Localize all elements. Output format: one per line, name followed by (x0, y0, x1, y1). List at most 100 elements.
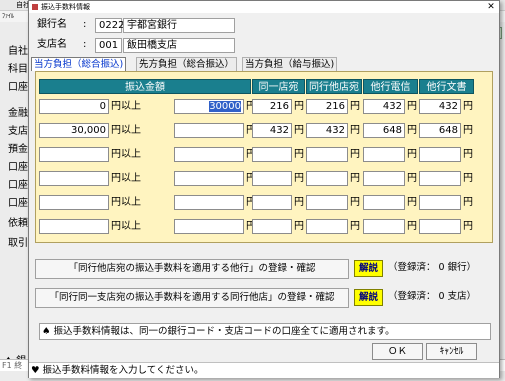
amount-from-field[interactable] (39, 147, 109, 162)
fee-field[interactable] (419, 219, 461, 234)
registered-branches-status: （登録済： 0 支店） (388, 291, 477, 302)
fee-field[interactable]: 216 (306, 99, 348, 114)
unit-yen-label: 円 (350, 149, 360, 160)
fee-field[interactable] (363, 219, 405, 234)
fee-field[interactable] (252, 147, 292, 162)
unit-yen-label: 円 (350, 221, 360, 232)
fee-field[interactable] (252, 171, 292, 186)
unit-yen-label: 円 (463, 221, 473, 232)
cancel-button[interactable]: ｷｬﾝｾﾙ (426, 343, 477, 360)
unit-yen-label: 円 (294, 197, 304, 208)
unit-over-label: 円以上 (111, 221, 141, 232)
fee-field[interactable] (306, 219, 348, 234)
amount-from-field[interactable]: 30,000 (39, 123, 109, 138)
info-message: ♠ 振込手数料情報は、同一の銀行コード・支店コードの口座全てに適用されます。 (39, 323, 491, 340)
fee-field[interactable]: 648 (419, 123, 461, 138)
bank-name-label: 銀行名 (37, 19, 67, 30)
amount-from-field[interactable] (39, 171, 109, 186)
fee-field[interactable]: 216 (252, 99, 292, 114)
background-label: 取引 (8, 238, 28, 249)
close-icon[interactable]: ✕ (485, 1, 497, 13)
bank-code-field[interactable]: 0222 (95, 18, 124, 33)
unit-over-label: 円以上 (111, 149, 141, 160)
background-label: 口座 (8, 180, 28, 191)
background-label: 自社 (8, 46, 28, 57)
tab-our-burden-general[interactable]: 当方負担（総合振込) (31, 57, 127, 71)
fee-field[interactable] (306, 171, 348, 186)
fee-field[interactable] (363, 147, 405, 162)
amount-to-field[interactable]: 30000 (174, 99, 244, 114)
amount-to-field[interactable] (174, 147, 244, 162)
unit-yen-label: 円 (407, 197, 417, 208)
background-label: 預金 (8, 144, 28, 155)
unit-yen-label: 円 (407, 125, 417, 136)
unit-yen-label: 円 (350, 101, 360, 112)
fee-field[interactable] (419, 171, 461, 186)
fee-field[interactable] (419, 147, 461, 162)
dialog-titlebar: 振込手数料情報 ✕ (29, 1, 499, 13)
fee-field[interactable] (419, 195, 461, 210)
fee-field[interactable]: 432 (306, 123, 348, 138)
unit-yen-label: 円 (407, 173, 417, 184)
amount-from-field[interactable] (39, 195, 109, 210)
fee-field[interactable] (306, 147, 348, 162)
fee-field[interactable] (363, 171, 405, 186)
fee-field[interactable] (252, 219, 292, 234)
register-other-bank-button[interactable]: 「同行他店宛の振込手数料を適用する他行」の登録・確認 (35, 259, 349, 279)
amount-from-field[interactable] (39, 219, 109, 234)
ok-button[interactable]: ＯＫ (372, 343, 423, 360)
bank-colon: : (83, 19, 87, 30)
amount-to-field[interactable] (174, 171, 244, 186)
unit-over-label: 円以上 (111, 101, 141, 112)
amount-to-field[interactable] (174, 195, 244, 210)
selected-amount-text: 30000 (209, 101, 241, 112)
fee-field[interactable] (252, 195, 292, 210)
fee-field[interactable]: 432 (419, 99, 461, 114)
background-label: 金融 (8, 108, 28, 119)
unit-yen-label: 円 (407, 149, 417, 160)
fee-field[interactable] (363, 195, 405, 210)
help-button-1[interactable]: 解説 (354, 260, 383, 277)
unit-over-label: 円以上 (111, 173, 141, 184)
fee-field[interactable]: 648 (363, 123, 405, 138)
header-other-bank-document: 他行文書 (419, 79, 474, 94)
unit-over-label: 円以上 (111, 125, 141, 136)
header-transfer-amount: 振込金額 (39, 79, 251, 94)
unit-yen-label: 円 (350, 173, 360, 184)
branch-name-field[interactable]: 飯田橋支店 (123, 38, 235, 53)
unit-yen-label: 円 (407, 221, 417, 232)
background-label: 支店 (8, 126, 28, 137)
fee-field[interactable] (306, 195, 348, 210)
unit-yen-label: 円 (463, 197, 473, 208)
background-label: 口座 (8, 82, 28, 93)
tab-our-burden-salary[interactable]: 当方負担（給与振込) (242, 57, 338, 71)
unit-yen-label: 円 (294, 125, 304, 136)
unit-yen-label: 円 (350, 197, 360, 208)
unit-yen-label: 円 (294, 173, 304, 184)
background-label: 口座 (8, 198, 28, 209)
amount-from-field[interactable]: 0 (39, 99, 109, 114)
app-icon (32, 4, 38, 10)
unit-yen-label: 円 (407, 101, 417, 112)
menu-file[interactable]: ﾌｧｲﾙ (2, 11, 14, 22)
background-status-text: F1 終 (2, 361, 23, 370)
fee-field[interactable]: 432 (252, 123, 292, 138)
unit-yen-label: 円 (294, 221, 304, 232)
tab-payee-burden-general[interactable]: 先方負担（総合振込） (136, 57, 238, 71)
branch-code-field[interactable]: 001 (95, 38, 122, 53)
register-other-branch-button[interactable]: 「同行同一支店宛の振込手数料を適用する同行他店」の登録・確認 (35, 288, 349, 308)
header-other-bank-wire: 他行電信 (363, 79, 418, 94)
fee-field[interactable]: 432 (363, 99, 405, 114)
amount-to-field[interactable] (174, 123, 244, 138)
dialog-statusbar: ♥ 振込手数料情報を入力してください。 (29, 362, 499, 378)
bank-fee-dialog: 振込手数料情報 ✕ 銀行名 : 0222 宇都宮銀行 支店名 : 001 飯田橋… (28, 0, 500, 378)
unit-yen-label: 円 (463, 173, 473, 184)
help-button-2[interactable]: 解説 (354, 289, 383, 306)
dialog-title: 振込手数料情報 (41, 3, 90, 11)
bank-name-field[interactable]: 宇都宮銀行 (123, 18, 235, 33)
unit-yen-label: 円 (294, 101, 304, 112)
amount-to-field[interactable] (174, 219, 244, 234)
branch-colon: : (83, 39, 87, 50)
header-same-bank-other-branch: 同行他店宛 (306, 79, 362, 94)
background-label: 科目 (8, 64, 28, 75)
